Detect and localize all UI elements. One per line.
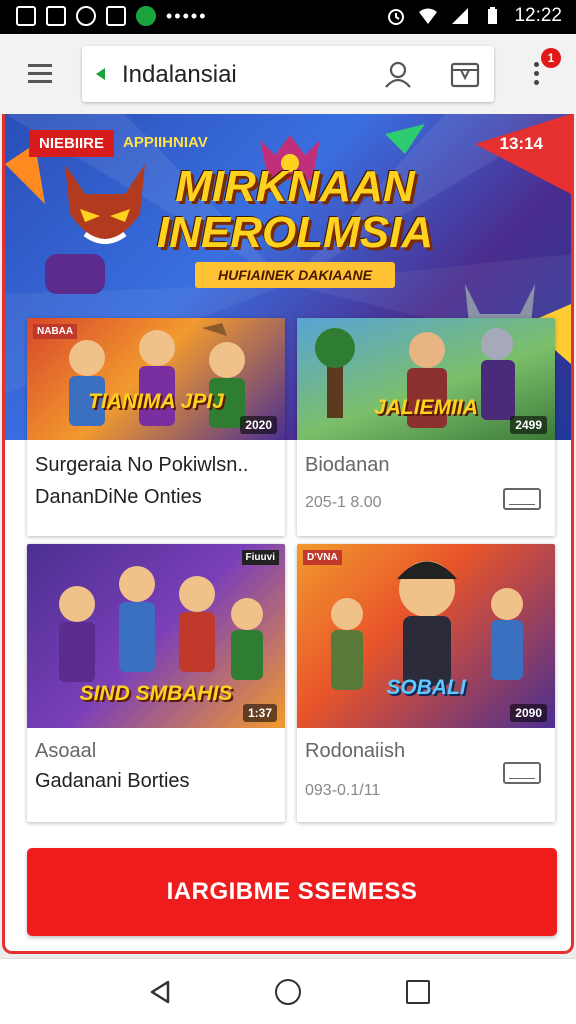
banner-title-line2: INEROLMSIA <box>156 208 434 257</box>
card-title: Biodanan <box>305 454 390 476</box>
banner-title: MIRKNAAN INEROLMSIA <box>155 164 435 256</box>
back-triangle-icon[interactable] <box>96 68 105 80</box>
thumb-badge: 2499 <box>510 416 547 434</box>
more-notifications-icon: ••••• <box>166 6 208 26</box>
thumb-tag: Fiuuvi <box>241 550 279 565</box>
game-card-3[interactable]: Fiuuvi SIND SMBAHIS 1:37 Asoaal Gadanani… <box>27 544 285 822</box>
banner-tag: NIEBIIRE <box>29 130 115 157</box>
status-bar: ••••• 12:22 <box>0 0 576 34</box>
banner-strapline: HUFIAINEK DAKIAANE <box>195 262 395 288</box>
banner-counter: 13:14 <box>499 134 543 153</box>
game-card-1[interactable]: NABAA TIANIMA JPIJ 2020 Surgeraia No Pok… <box>27 318 285 536</box>
card-title: Rodonaiish <box>305 740 406 762</box>
signal-icon <box>452 8 469 24</box>
card-icon[interactable] <box>450 62 480 88</box>
hero-group-icon <box>331 561 523 690</box>
card-title: Surgeraia No Pokiwlsn.. <box>35 454 249 476</box>
villain-mascot-icon <box>45 164 145 294</box>
search-text[interactable]: Indalansiai <box>122 61 237 89</box>
gallery-icon <box>106 6 126 26</box>
card-subtitle: Gadanani Borties <box>35 770 190 792</box>
battery-icon <box>488 7 498 24</box>
app-icon <box>136 6 156 26</box>
thumb-title: TIANIMA JPIJ <box>88 390 224 413</box>
card-subtitle: 093-0.1/11 <box>305 782 381 799</box>
image-icon <box>46 6 66 26</box>
banner-subtitle: APPIIHNIAV <box>123 134 208 151</box>
thumb-title: SOBALI <box>386 676 466 699</box>
clock-time: 12:22 <box>514 5 562 26</box>
thumb-tag: D'VNA <box>303 550 342 565</box>
screen-icon[interactable] <box>503 488 541 510</box>
hamburger-menu-icon[interactable] <box>28 64 52 83</box>
status-left-icons: ••••• <box>16 6 208 26</box>
alarm-icon <box>388 9 405 25</box>
recents-icon[interactable] <box>406 980 430 1004</box>
search-box[interactable]: Indalansiai <box>82 46 494 102</box>
back-icon[interactable] <box>148 979 174 1005</box>
game-card-4[interactable]: D'VNA SOBALI 2090 Rodonaiish 093-0.1/11 <box>297 544 555 822</box>
home-icon[interactable] <box>275 979 301 1005</box>
game-card-2[interactable]: JALIEMIIA 2499 Biodanan 205-1 8.00 <box>297 318 555 536</box>
thumb-badge: 2020 <box>240 416 277 434</box>
screenshot-icon <box>16 6 36 26</box>
cta-button[interactable]: IARGIBME SSEMESS <box>27 848 557 936</box>
card-thumbnail[interactable]: D'VNA SOBALI 2090 <box>297 544 555 728</box>
whatsapp-icon <box>76 6 96 26</box>
main-panel: NIEBIIRE APPIIHNIAV 13:14 MIRKNAAN INERO… <box>2 114 574 954</box>
banner-title-line1: MIRKNAAN <box>175 162 415 211</box>
thumb-badge: 2090 <box>510 704 547 722</box>
person-icon[interactable] <box>384 60 412 88</box>
card-thumbnail[interactable]: NABAA TIANIMA JPIJ 2020 <box>27 318 285 440</box>
thumb-badge: 1:37 <box>242 704 277 722</box>
card-subtitle: 205-1 8.00 <box>305 494 382 511</box>
app-bar: Indalansiai 1 <box>0 34 576 114</box>
card-thumbnail[interactable]: JALIEMIIA 2499 <box>297 318 555 440</box>
notification-badge[interactable]: 1 <box>541 48 561 68</box>
card-thumbnail[interactable]: Fiuuvi SIND SMBAHIS 1:37 <box>27 544 285 728</box>
card-subtitle: DananDiNe Onties <box>35 486 202 508</box>
wifi-icon <box>419 8 438 24</box>
thumb-tag: NABAA <box>33 324 78 339</box>
status-right-icons: 12:22 <box>386 5 562 27</box>
navigation-bar <box>0 958 576 1024</box>
card-title: Asoaal <box>35 740 97 762</box>
thumb-title: SIND SMBAHIS <box>79 682 233 705</box>
screen-icon[interactable] <box>503 762 541 784</box>
